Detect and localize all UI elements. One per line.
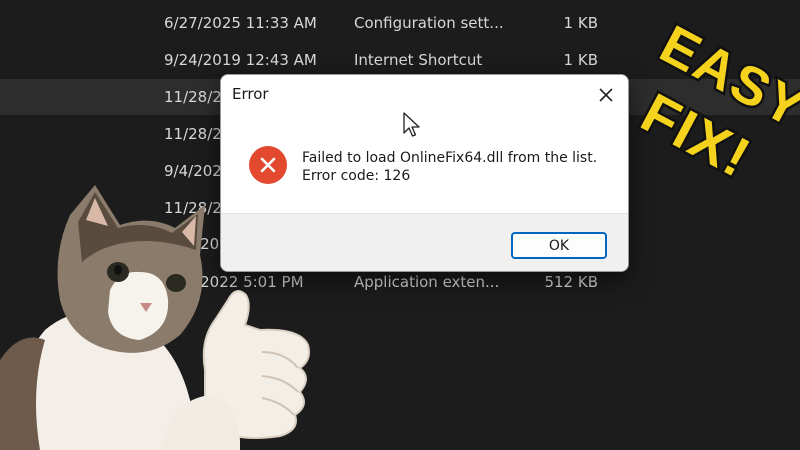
file-date: 9/24/2019 12:43 AM <box>164 51 317 69</box>
dialog-title: Error <box>232 85 269 103</box>
dialog-titlebar[interactable]: Error <box>221 75 628 115</box>
thumbs-up-cat-image <box>0 185 310 450</box>
mouse-cursor-icon <box>403 112 420 137</box>
file-size: 1 KB <box>563 51 598 69</box>
file-size: 1 KB <box>563 14 598 32</box>
error-x-icon <box>249 146 287 184</box>
file-type: Internet Shortcut <box>354 51 483 69</box>
easy-fix-overlay: EASY FIX! <box>629 12 800 193</box>
ok-button[interactable]: OK <box>511 232 607 259</box>
file-date: 6/27/2025 11:33 AM <box>164 14 317 32</box>
error-message-line: Failed to load OnlineFix64.dll from the … <box>302 150 598 166</box>
file-type: Configuration sett... <box>354 14 504 32</box>
